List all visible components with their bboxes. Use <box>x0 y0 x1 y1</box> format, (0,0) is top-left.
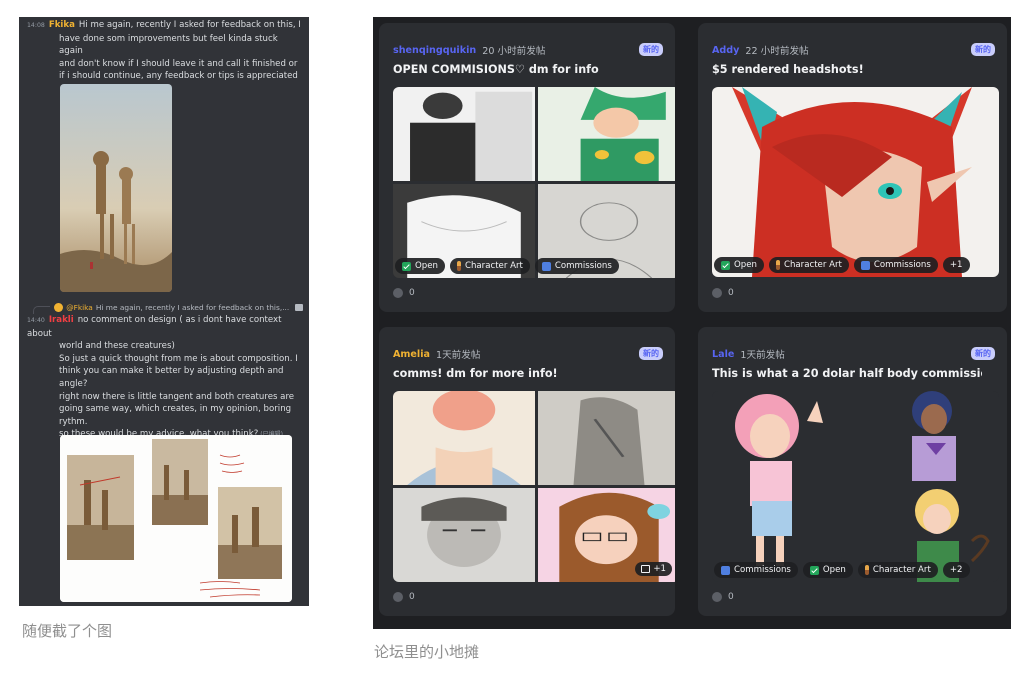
message-line: world and these creatures) <box>59 341 175 352</box>
post-time: 20 小时前发帖 <box>482 46 546 57</box>
tag-list: Open Character Art Commissions +1 <box>714 257 970 273</box>
message-line: Hi me again, recently I asked for feedba… <box>78 20 301 30</box>
comment-bubble-icon <box>393 592 403 602</box>
commissions-icon <box>541 261 551 271</box>
right-caption: 论坛里的小地摊 <box>374 643 480 661</box>
comment-bubble-icon <box>712 592 722 602</box>
chat-message-2: 14:40 Irakli no comment on design ( as i d… <box>27 314 305 442</box>
message-line: rythm. <box>59 416 88 427</box>
message-timestamp: 14:40 <box>27 317 45 324</box>
post-media-preview[interactable]: +1 <box>393 391 675 582</box>
tag-open[interactable]: Open <box>714 257 764 273</box>
checkmark-icon <box>402 261 411 271</box>
reply-avatar <box>54 303 64 312</box>
comment-count: 0 <box>712 592 734 602</box>
forum-post-card[interactable]: shenqingquikin 20 小时前发帖 新的 OPEN COMMISIO… <box>379 23 675 312</box>
left-caption: 随便截了个图 <box>22 622 113 640</box>
forum-post-card[interactable]: Lale 1天前发帖 新的 This is what a 20 dolar ha… <box>698 327 1007 616</box>
reply-text: Hi me again, recently I asked for feedba… <box>95 303 290 312</box>
brush-icon <box>456 261 461 271</box>
post-time: 22 小时前发帖 <box>745 46 809 57</box>
message-line: if i should continue, any feedback or ti… <box>59 71 298 82</box>
comment-count: 0 <box>393 592 415 602</box>
post-media-preview[interactable]: Open Character Art Commissions +1 <box>712 87 999 277</box>
feedback-sketch-image[interactable] <box>60 435 292 602</box>
post-title: $5 rendered headshots! <box>712 63 864 76</box>
post-title: This is what a 20 dolar half body commis… <box>712 367 982 380</box>
reply-reference[interactable]: @Fkika Hi me again, recently I asked for… <box>33 301 303 314</box>
forum-post-card[interactable]: Amelia 1天前发帖 新的 comms! dm for more info!… <box>379 327 675 616</box>
tag-character-art[interactable]: Character Art <box>857 562 938 578</box>
comment-bubble-icon <box>712 288 722 298</box>
post-author[interactable]: Amelia <box>393 349 430 360</box>
message-line: right now there is little tangent and bo… <box>59 391 295 402</box>
post-author[interactable]: Addy <box>712 45 739 56</box>
message-line: angle? <box>59 378 88 389</box>
post-time: 1天前发帖 <box>435 350 481 361</box>
post-media-preview[interactable]: Commissions Open Character Art +2 <box>712 391 999 582</box>
message-line: have done som improvements but feel kind… <box>59 33 278 57</box>
tag-open[interactable]: Open <box>395 258 445 274</box>
artwork-thumbnail <box>712 391 999 582</box>
checkmark-icon <box>809 565 819 575</box>
image-icon <box>641 565 651 573</box>
forum-post-card[interactable]: Addy 22 小时前发帖 新的 $5 rendered headshots! … <box>698 23 1007 312</box>
new-badge: 新的 <box>639 43 663 56</box>
comment-bubble-icon <box>393 288 403 298</box>
attached-artwork-image[interactable] <box>60 84 172 292</box>
brush-icon <box>864 565 869 575</box>
new-badge: 新的 <box>971 43 995 56</box>
artwork-thumbnail <box>712 87 999 277</box>
forum-screenshot: shenqingquikin 20 小时前发帖 新的 OPEN COMMISIO… <box>373 17 1011 629</box>
message-line: and don't know if I should leave it and … <box>59 58 298 69</box>
chat-screenshot: 14:08 Fkika Hi me again, recently I asked … <box>19 17 309 606</box>
tag-commissions[interactable]: Commissions <box>714 562 798 578</box>
message-username[interactable]: Irakli <box>49 315 74 325</box>
checkmark-icon <box>721 260 730 270</box>
more-tags-count[interactable]: +2 <box>942 562 970 578</box>
artwork-thumbnail <box>393 488 535 582</box>
artwork-thumbnail <box>538 87 675 181</box>
post-media-preview[interactable]: Open Character Art Commissions <box>393 87 675 278</box>
more-tags-count[interactable]: +1 <box>942 257 970 273</box>
post-time: 1天前发帖 <box>740 350 785 361</box>
post-title: comms! dm for more info! <box>393 367 558 380</box>
tag-character-art[interactable]: Character Art <box>768 257 849 273</box>
more-images-count[interactable]: +1 <box>635 562 672 576</box>
image-icon <box>295 304 303 311</box>
message-line: going same way, which creates, in my opi… <box>59 404 292 415</box>
commissions-icon <box>860 260 870 270</box>
post-author[interactable]: Lale <box>712 349 734 360</box>
tag-list: Commissions Open Character Art +2 <box>714 562 970 578</box>
tag-commissions[interactable]: Commissions <box>853 257 938 273</box>
message-username[interactable]: Fkika <box>49 20 75 30</box>
comment-count: 0 <box>712 288 734 298</box>
artwork-thumbnail <box>393 391 535 485</box>
commissions-icon <box>721 565 730 575</box>
tag-character-art[interactable]: Character Art <box>449 258 530 274</box>
new-badge: 新的 <box>971 347 995 360</box>
reply-name: @Fkika <box>66 303 93 312</box>
comment-count: 0 <box>393 288 415 298</box>
message-timestamp: 14:08 <box>27 22 45 29</box>
tag-open[interactable]: Open <box>802 562 853 578</box>
brush-icon <box>775 260 780 270</box>
new-badge: 新的 <box>639 347 663 360</box>
post-author[interactable]: shenqingquikin <box>393 45 476 56</box>
tag-commissions[interactable]: Commissions <box>534 258 619 274</box>
message-line: So just a quick thought from me is about… <box>59 353 298 364</box>
artwork-thumbnail <box>393 87 535 181</box>
artwork-thumbnail <box>538 391 675 485</box>
message-line: think you can make it better by adjustin… <box>59 366 284 377</box>
tag-list: Open Character Art Commissions <box>395 258 619 274</box>
post-title: OPEN COMMISIONS♡ dm for info <box>393 63 599 76</box>
